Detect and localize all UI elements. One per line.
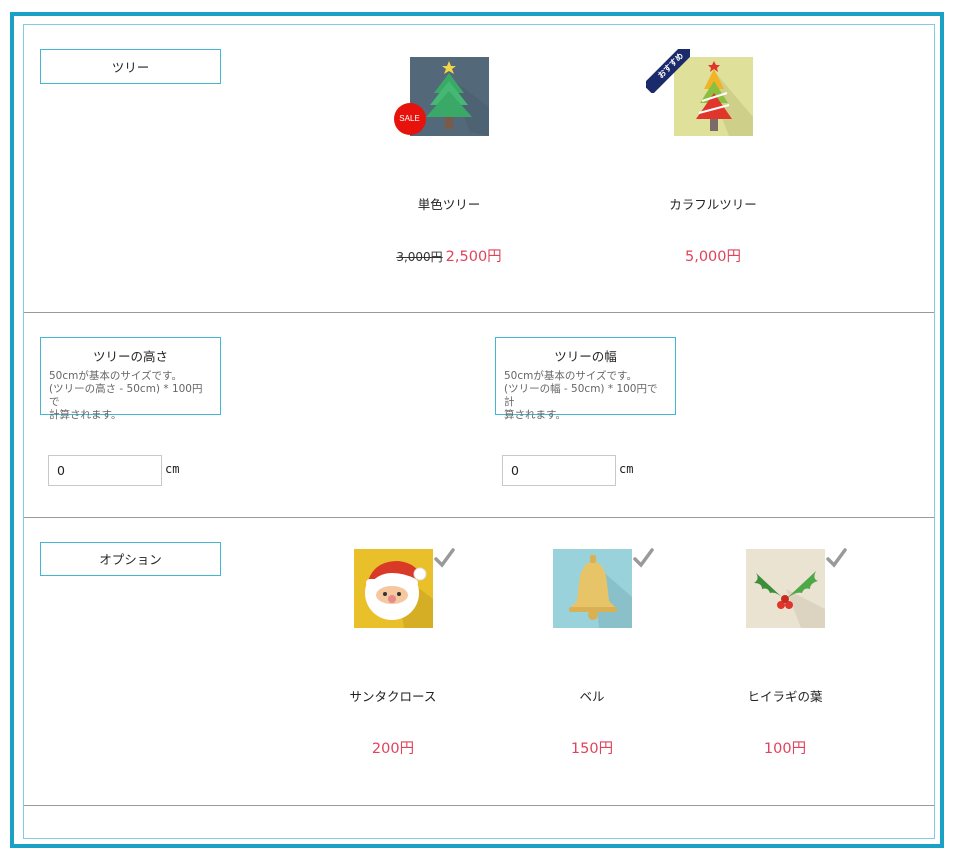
- product-card-single-color-tree[interactable]: SALE 単色ツリー 3,000円 2,500円: [359, 57, 539, 267]
- recommended-ribbon-label: おすすめ: [645, 49, 690, 93]
- tree-section-title: ツリー: [111, 60, 150, 75]
- option-section-title: オプション: [99, 552, 162, 567]
- tree-height-description: 50cmが基本のサイズです。 (ツリーの高さ - 50cm) * 100円で 計…: [49, 370, 212, 422]
- tree-width-input[interactable]: [502, 455, 616, 486]
- tree-height-title: ツリーの高さ: [92, 349, 168, 364]
- description-line: (ツリーの幅 - 50cm) * 100円で計: [504, 383, 658, 408]
- tree-width-unit: cm: [619, 462, 634, 476]
- option-price: 200円: [371, 741, 415, 757]
- tree-section-label: ツリー: [40, 49, 221, 84]
- sale-badge: SALE: [393, 103, 426, 135]
- option-section-label: オプション: [40, 542, 221, 576]
- section-divider: [24, 312, 934, 313]
- option-card-holly[interactable]: ヒイラギの葉 100円: [695, 548, 875, 759]
- tree-height-input[interactable]: [48, 455, 162, 486]
- product-name: 単色ツリー: [417, 197, 481, 212]
- option-price: 150円: [570, 741, 614, 757]
- description-line: (ツリーの高さ - 50cm) * 100円で: [49, 383, 203, 408]
- check-icon: [632, 548, 654, 568]
- option-card-bell[interactable]: ベル 150円: [502, 548, 682, 759]
- description-line: 50cmが基本のサイズです。: [49, 370, 182, 382]
- product-card-colorful-tree[interactable]: おすすめ カラフルツリー 5,000円: [623, 49, 803, 267]
- tree-width-title: ツリーの幅: [554, 349, 617, 364]
- check-icon: [825, 548, 847, 568]
- option-name: ベル: [579, 689, 605, 704]
- option-card-santa[interactable]: サンタクロース 200円: [303, 548, 483, 759]
- product-price: 5,000円: [684, 249, 741, 265]
- tree-width-description: 50cmが基本のサイズです。 (ツリーの幅 - 50cm) * 100円で計 算…: [504, 370, 667, 422]
- section-divider: [24, 517, 934, 518]
- green-tree-icon: SALE: [393, 57, 489, 136]
- tree-height-unit: cm: [165, 462, 180, 476]
- option-name: ヒイラギの葉: [747, 689, 823, 704]
- option-price: 100円: [763, 741, 807, 757]
- description-line: 算されます。: [504, 409, 566, 421]
- product-price: 3,000円 2,500円: [359, 245, 539, 266]
- holly-icon: [745, 548, 847, 628]
- product-name: カラフルツリー: [669, 197, 757, 212]
- check-icon: [433, 548, 455, 568]
- tree-width-label: ツリーの幅 50cmが基本のサイズです。 (ツリーの幅 - 50cm) * 10…: [495, 337, 676, 421]
- sale-price: 2,500円: [445, 249, 502, 265]
- section-divider: [24, 805, 934, 806]
- tree-height-label: ツリーの高さ 50cmが基本のサイズです。 (ツリーの高さ - 50cm) * …: [40, 337, 221, 421]
- santa-icon: [353, 548, 455, 628]
- bell-icon: [552, 548, 654, 628]
- colorful-tree-icon: おすすめ: [645, 49, 753, 136]
- description-line: 50cmが基本のサイズです。: [504, 370, 637, 382]
- option-name: サンタクロース: [349, 689, 437, 704]
- recommended-ribbon: おすすめ: [645, 49, 690, 93]
- original-price: 3,000円: [396, 250, 443, 264]
- description-line: 計算されます。: [49, 409, 122, 421]
